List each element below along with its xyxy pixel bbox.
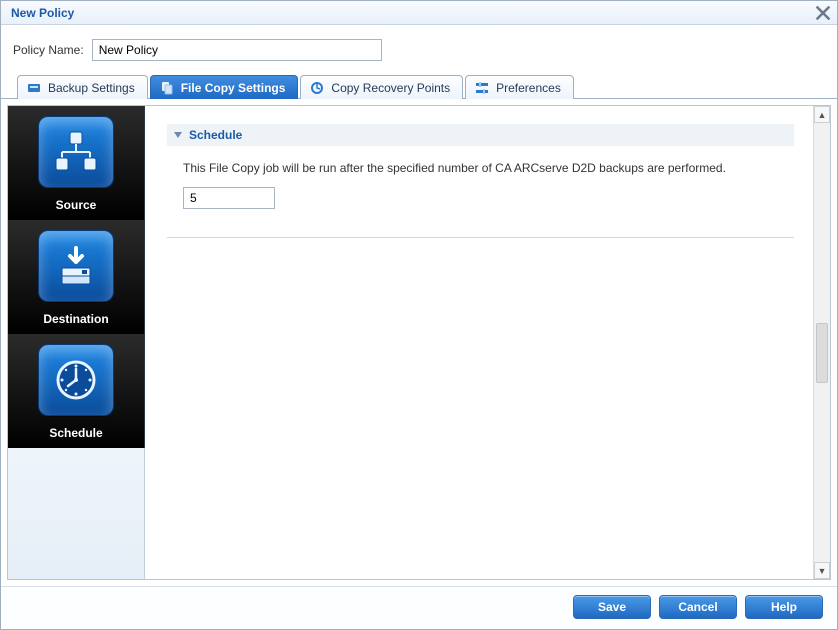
schedule-icon: [38, 344, 114, 416]
policy-name-row: Policy Name:: [1, 25, 837, 71]
schedule-section-title: Schedule: [189, 128, 242, 142]
content-frame: Source Destination: [7, 105, 831, 580]
sidebar-filler: [8, 448, 145, 579]
collapse-triangle-icon: [173, 130, 183, 140]
file-copy-icon: [159, 80, 175, 96]
sidebar-item-label: Destination: [8, 308, 144, 328]
help-button[interactable]: Help: [745, 595, 823, 619]
tab-preferences[interactable]: Preferences: [465, 75, 574, 99]
tabs: Backup Settings File Copy Settings Copy …: [1, 71, 837, 99]
sidebar: Source Destination: [8, 106, 145, 579]
recovery-points-icon: [309, 80, 325, 96]
schedule-description: This File Copy job will be run after the…: [183, 160, 743, 177]
scroll-thumb[interactable]: [816, 323, 828, 383]
main-pane: Schedule This File Copy job will be run …: [145, 106, 830, 579]
sidebar-item-label: Schedule: [8, 422, 144, 442]
destination-icon: [38, 230, 114, 302]
sidebar-item-destination[interactable]: Destination: [8, 220, 145, 334]
tab-label: Backup Settings: [48, 81, 135, 95]
sidebar-item-label: Source: [8, 194, 144, 214]
dialog-title: New Policy: [11, 6, 74, 20]
policy-name-label: Policy Name:: [13, 43, 84, 57]
tab-file-copy-settings[interactable]: File Copy Settings: [150, 75, 299, 99]
sidebar-item-schedule[interactable]: Schedule: [8, 334, 145, 448]
policy-name-input[interactable]: [92, 39, 382, 61]
section-divider: [167, 237, 794, 238]
backup-count-input[interactable]: [183, 187, 275, 209]
schedule-section-header[interactable]: Schedule: [167, 124, 794, 146]
dialog-footer: Save Cancel Help: [1, 586, 837, 629]
tab-backup-settings[interactable]: Backup Settings: [17, 75, 148, 99]
sidebar-item-source[interactable]: Source: [8, 106, 145, 220]
tab-copy-recovery-points[interactable]: Copy Recovery Points: [300, 75, 463, 99]
tab-label: Preferences: [496, 81, 561, 95]
cancel-button[interactable]: Cancel: [659, 595, 737, 619]
new-policy-dialog: New Policy Policy Name: Backup Settings …: [0, 0, 838, 630]
close-icon[interactable]: [815, 5, 831, 21]
save-button[interactable]: Save: [573, 595, 651, 619]
backup-icon: [26, 80, 42, 96]
scroll-track[interactable]: [814, 123, 830, 562]
source-icon: [38, 116, 114, 188]
vertical-scrollbar[interactable]: ▲ ▼: [813, 106, 830, 579]
schedule-section-body: This File Copy job will be run after the…: [167, 146, 794, 217]
tab-label: Copy Recovery Points: [331, 81, 450, 95]
tab-label: File Copy Settings: [181, 81, 286, 95]
scroll-up-arrow-icon[interactable]: ▲: [814, 106, 830, 123]
titlebar: New Policy: [1, 1, 837, 25]
scroll-down-arrow-icon[interactable]: ▼: [814, 562, 830, 579]
preferences-icon: [474, 80, 490, 96]
